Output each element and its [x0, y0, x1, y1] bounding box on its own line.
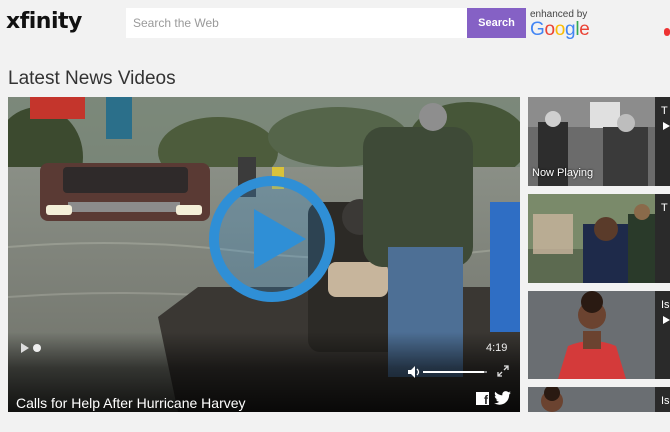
google-letter: o [544, 19, 555, 40]
twitter-icon[interactable] [494, 391, 511, 405]
play-icon [663, 122, 670, 130]
volume-icon[interactable] [408, 366, 422, 378]
sidebar-video-item[interactable]: Now Playing T [528, 97, 670, 186]
sidebar-item-title: Is [661, 299, 670, 311]
progress-scrubber[interactable] [33, 344, 41, 352]
google-letter: o [554, 19, 566, 40]
video-thumbnail [528, 387, 655, 412]
sidebar-video-item[interactable]: Is [528, 387, 670, 412]
xfinity-logo[interactable]: xfinity [6, 9, 82, 34]
video-title: Calls for Help After Hurricane Harvey [16, 395, 246, 411]
play-icon[interactable] [208, 175, 336, 303]
video-thumbnail [528, 194, 655, 283]
sidebar-item-title: T [661, 105, 668, 117]
sidebar-item-title: T [661, 202, 668, 214]
google-letter: e [579, 19, 590, 40]
google-letter: G [530, 19, 545, 40]
volume-slider[interactable] [423, 371, 487, 373]
video-duration: 4:19 [486, 342, 508, 354]
video-thumbnail: Now Playing [528, 97, 655, 186]
edge-fragment [664, 28, 670, 36]
video-thumbnail [528, 291, 655, 379]
sidebar-video-item[interactable]: Is [528, 291, 670, 379]
play-icon[interactable] [21, 343, 29, 353]
search-input[interactable] [126, 8, 468, 38]
site-header: xfinity Search enhanced by Google [0, 0, 670, 58]
section-title: Latest News Videos [8, 68, 176, 89]
video-player[interactable]: 4:19 Calls for Help After Hurricane Harv… [8, 97, 520, 412]
volume-level [423, 371, 484, 373]
search-button[interactable]: Search [467, 8, 526, 38]
now-playing-badge: Now Playing [532, 167, 594, 179]
google-logo: Google [530, 19, 590, 41]
facebook-icon[interactable]: f [476, 392, 489, 407]
sidebar-video-item[interactable]: T [528, 194, 670, 283]
play-icon [663, 316, 670, 324]
fullscreen-icon[interactable] [497, 365, 509, 377]
google-letter: g [565, 19, 576, 40]
sidebar-item-title: Is [661, 395, 670, 407]
